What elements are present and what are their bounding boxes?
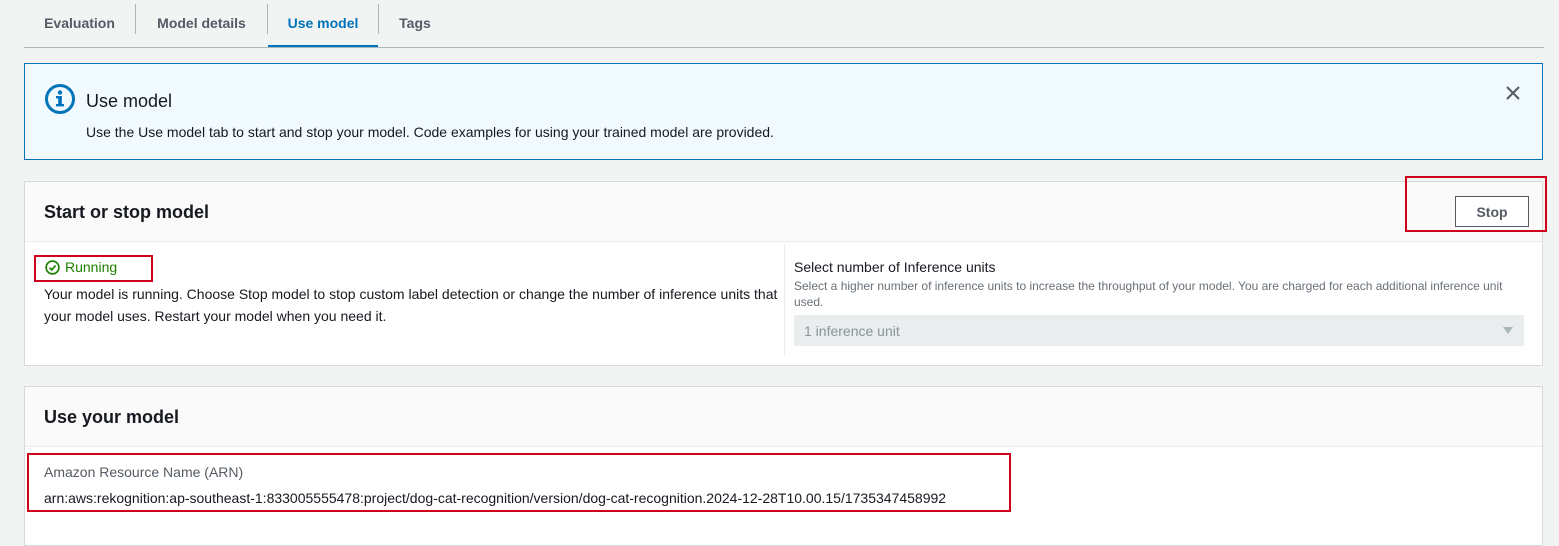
arn-value: arn:aws:rekognition:ap-southeast-1:83300… <box>44 490 947 506</box>
panel-title: Start or stop model <box>44 202 210 222</box>
status-indicator: Running <box>45 259 117 275</box>
inference-units-select[interactable]: 1 inference unit <box>794 315 1524 346</box>
panel-header: Use your model <box>25 387 1542 447</box>
check-circle-icon <box>45 259 60 275</box>
column-divider <box>784 244 785 356</box>
info-text: Use the Use model tab to start and stop … <box>86 124 774 140</box>
tab-bar: Evaluation Model details Use model Tags <box>24 0 1544 48</box>
close-icon[interactable] <box>1504 84 1522 102</box>
arn-label: Amazon Resource Name (ARN) <box>44 464 244 480</box>
inference-units-label: Select number of Inference units <box>794 259 996 275</box>
start-stop-panel: Start or stop model Stop Running Your mo… <box>24 181 1543 366</box>
stop-button[interactable]: Stop <box>1455 196 1529 227</box>
panel-title: Use your model <box>44 407 180 427</box>
status-label: Running <box>65 259 118 275</box>
tab-tags[interactable]: Tags <box>379 0 451 46</box>
panel-header: Start or stop model Stop <box>25 182 1542 242</box>
info-flashbar: Use model Use the Use model tab to start… <box>24 63 1543 160</box>
tab-use-model[interactable]: Use model <box>268 0 378 47</box>
tab-model-details[interactable]: Model details <box>136 0 267 46</box>
tab-evaluation[interactable]: Evaluation <box>24 0 135 46</box>
caret-down-icon <box>1503 327 1513 334</box>
inference-units-value: 1 inference unit <box>804 322 900 339</box>
use-model-panel: Use your model Amazon Resource Name (ARN… <box>24 386 1543 546</box>
inference-units-hint: Select a higher number of inference unit… <box>794 279 1503 309</box>
status-description: Your model is running. Choose Stop model… <box>44 286 778 324</box>
info-icon <box>45 84 75 114</box>
info-title: Use model <box>86 91 173 111</box>
